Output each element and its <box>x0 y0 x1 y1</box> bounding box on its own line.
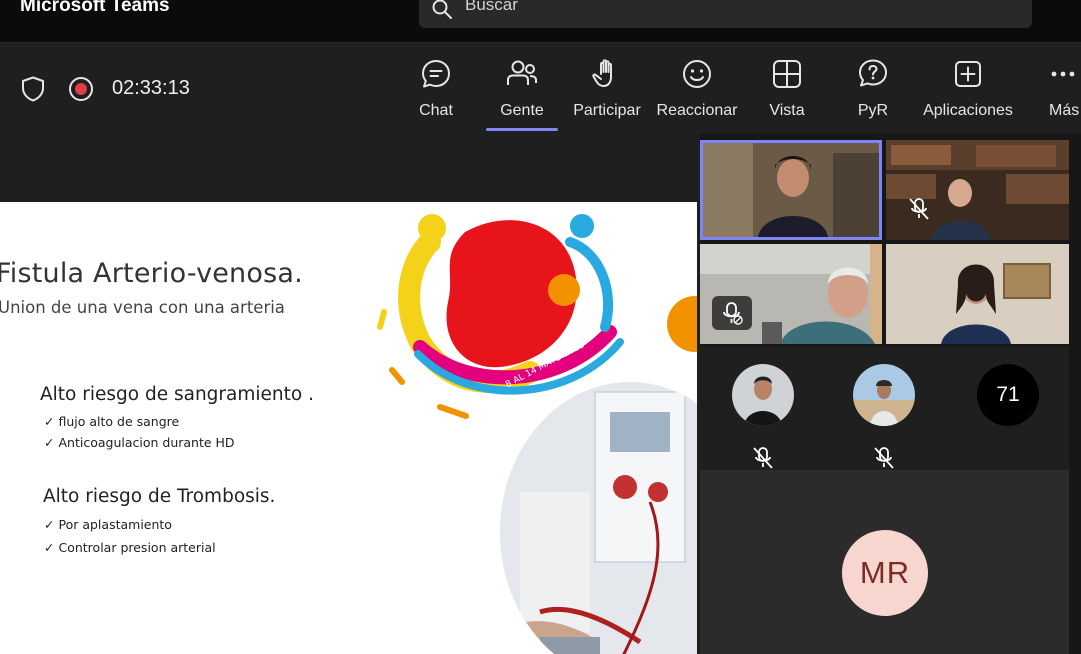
shared-content-stage: Fistula Arterio-venosa. Union de una ven… <box>0 134 700 654</box>
toolbar-react-button[interactable]: Reaccionar <box>656 57 738 127</box>
mic-muted-badge <box>712 296 752 330</box>
toolbar-apps-button[interactable]: Aplicaciones <box>921 57 1015 127</box>
toolbar-apps-label: Aplicaciones <box>923 102 1013 119</box>
participant-avatar[interactable] <box>853 364 915 426</box>
grid-view-icon <box>773 60 801 88</box>
participant-video-tile[interactable] <box>700 140 882 240</box>
app-title: Microsoft Teams <box>20 0 170 16</box>
toolbar-raise-hand-label: Participar <box>573 102 641 119</box>
toolbar-view-button[interactable]: Vista <box>768 57 806 127</box>
toolbar-more-button[interactable]: Más <box>1049 57 1081 127</box>
participant-initials-avatar: MR <box>842 530 928 616</box>
dialysis-photo <box>500 382 697 654</box>
search-box[interactable]: Buscar <box>419 0 1032 28</box>
chat-icon <box>422 60 450 88</box>
toolbar-chat-button[interactable]: Chat <box>414 57 458 127</box>
search-icon <box>432 0 452 19</box>
title-bar: Microsoft Teams Buscar <box>0 0 1081 42</box>
meeting-timer: 02:33:13 <box>112 77 190 99</box>
toolbar-more-label: Más <box>1049 102 1080 119</box>
participant-tile-mr[interactable]: MR <box>700 470 1069 654</box>
participant-video-tile[interactable] <box>886 140 1069 240</box>
slide-section-heading: Alto riesgo de Trombosis. <box>43 486 276 507</box>
participant-video <box>703 143 879 237</box>
slide-bullet: ✓ flujo alto de sangre <box>44 414 180 429</box>
mic-muted-icon <box>723 302 743 325</box>
slide-bullet: ✓ Controlar presion arterial <box>44 540 216 555</box>
toolbar-react-label: Reaccionar <box>656 102 738 119</box>
presentation-slide: Fistula Arterio-venosa. Union de una ven… <box>0 202 697 654</box>
meeting-controls-bar: 02:33:13 Chat Gente Participar Reacciona… <box>0 42 1081 134</box>
search-input[interactable]: Buscar <box>465 0 518 15</box>
mic-muted-icon <box>753 447 773 469</box>
toolbar-qa-button[interactable]: PyR <box>855 57 891 127</box>
slide-subtitle: Union de una vena con una arteria <box>0 298 285 317</box>
raise-hand-icon <box>592 59 612 87</box>
participants-gallery: 71 MR <box>700 134 1081 654</box>
toolbar-qa-label: PyR <box>857 102 889 119</box>
participant-video-tile[interactable] <box>886 244 1069 344</box>
shield-icon[interactable] <box>21 76 45 102</box>
slide-title: Fistula Arterio-venosa. <box>0 258 303 289</box>
toolbar-chat-label: Chat <box>419 102 453 119</box>
recording-indicator-icon <box>69 77 93 101</box>
mic-muted-icon <box>909 198 929 220</box>
toolbar-raise-hand-button[interactable]: Participar <box>571 57 643 127</box>
toolbar-people-label: Gente <box>500 102 544 119</box>
more-icon <box>1051 71 1075 77</box>
participant-avatar-row: 71 <box>700 346 1069 470</box>
smiley-icon <box>683 60 711 88</box>
more-participants-count[interactable]: 71 <box>977 364 1039 426</box>
participant-video-tile[interactable] <box>700 244 882 344</box>
mic-muted-icon <box>874 447 894 469</box>
participant-video <box>886 140 1069 240</box>
toolbar-people-button[interactable]: Gente <box>496 57 548 127</box>
participant-video <box>886 244 1069 344</box>
qa-icon <box>859 59 887 87</box>
toolbar-view-label: Vista <box>769 102 805 119</box>
add-app-icon <box>955 61 981 87</box>
slide-bullet: ✓ Anticoagulacion durante HD <box>44 435 235 450</box>
people-icon <box>507 60 537 85</box>
participant-avatar[interactable] <box>732 364 794 426</box>
slide-section-heading: Alto riesgo de sangramiento . <box>40 384 314 405</box>
slide-bullet: ✓ Por aplastamiento <box>44 517 172 532</box>
